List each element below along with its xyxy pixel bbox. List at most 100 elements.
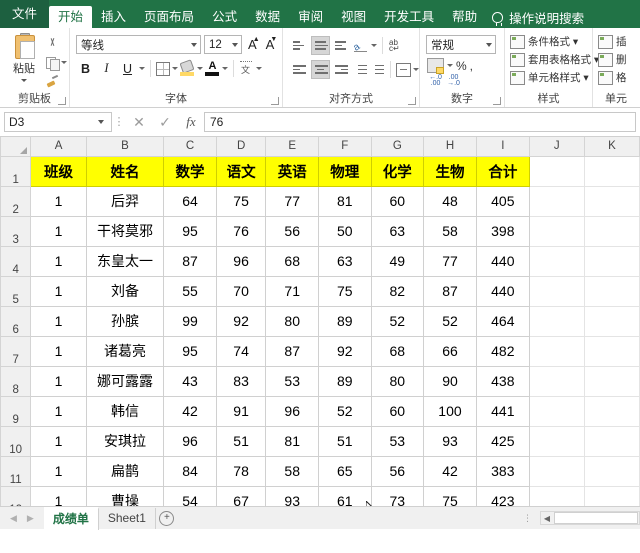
cell-B3[interactable]: 干将莫邪 <box>86 216 164 246</box>
fill-color-icon[interactable] <box>180 61 195 76</box>
name-box[interactable]: D3 <box>4 112 112 132</box>
cell-D6[interactable]: 92 <box>216 306 266 336</box>
cell-I7[interactable]: 482 <box>476 336 529 366</box>
align-top-button[interactable] <box>290 36 309 55</box>
cell-H11[interactable]: 42 <box>424 456 477 486</box>
chevron-down-icon[interactable] <box>371 44 377 47</box>
cell-J12[interactable] <box>529 486 584 506</box>
increase-font-size-button[interactable]: A▲ <box>245 37 260 52</box>
ribbon-tab-view[interactable]: 视图 <box>332 6 375 28</box>
align-center-button[interactable] <box>311 60 330 79</box>
column-header-B[interactable]: B <box>86 137 164 156</box>
cell-E7[interactable]: 87 <box>266 336 319 366</box>
cell-F11[interactable]: 65 <box>318 456 371 486</box>
cell-B11[interactable]: 扁鹊 <box>86 456 164 486</box>
cell-F8[interactable]: 89 <box>318 366 371 396</box>
cell-K1[interactable] <box>584 156 639 186</box>
row-header-6[interactable]: 6 <box>1 306 31 336</box>
row-header-2[interactable]: 2 <box>1 186 31 216</box>
chevron-down-icon[interactable] <box>139 67 145 70</box>
column-header-G[interactable]: G <box>371 137 424 156</box>
cell-G10[interactable]: 53 <box>371 426 424 456</box>
cell-K10[interactable] <box>584 426 639 456</box>
cell-H10[interactable]: 93 <box>424 426 477 456</box>
cell-B2[interactable]: 后羿 <box>86 186 164 216</box>
cell-C11[interactable]: 84 <box>164 456 217 486</box>
cell-J6[interactable] <box>529 306 584 336</box>
cell-A3[interactable]: 1 <box>31 216 86 246</box>
header-cell-D1[interactable]: 语文 <box>216 156 266 186</box>
cell-K7[interactable] <box>584 336 639 366</box>
percent-style-button[interactable]: % <box>456 59 467 73</box>
chevron-down-icon[interactable] <box>256 67 262 70</box>
chevron-down-icon[interactable] <box>191 43 197 47</box>
chevron-down-icon[interactable] <box>232 43 238 47</box>
format-cells-button[interactable]: 格 <box>593 67 639 85</box>
header-cell-E1[interactable]: 英语 <box>266 156 319 186</box>
row-header-3[interactable]: 3 <box>1 216 31 246</box>
alignment-dialog-launcher[interactable] <box>408 97 416 105</box>
bold-button[interactable]: B <box>76 59 95 78</box>
cell-E12[interactable]: 93 <box>266 486 319 506</box>
align-right-button[interactable] <box>332 60 351 79</box>
cell-A4[interactable]: 1 <box>31 246 86 276</box>
cell-G7[interactable]: 68 <box>371 336 424 366</box>
cell-H9[interactable]: 100 <box>424 396 477 426</box>
decrease-indent-icon[interactable] <box>353 63 368 77</box>
chevron-down-icon[interactable] <box>21 79 27 82</box>
decrease-font-size-button[interactable]: A▼ <box>263 37 278 52</box>
cell-F7[interactable]: 92 <box>318 336 371 366</box>
cell-I8[interactable]: 438 <box>476 366 529 396</box>
cell-C6[interactable]: 99 <box>164 306 217 336</box>
row-header-12[interactable]: 12 <box>1 486 31 506</box>
formula-input[interactable]: 76 <box>204 112 636 132</box>
cell-E9[interactable]: 96 <box>266 396 319 426</box>
italic-button[interactable]: I <box>97 59 116 78</box>
font-dialog-launcher[interactable] <box>271 97 279 105</box>
cell-I5[interactable]: 440 <box>476 276 529 306</box>
column-header-A[interactable]: A <box>31 137 86 156</box>
clipboard-dialog-launcher[interactable] <box>58 97 66 105</box>
number-format-select[interactable]: 常规 <box>426 35 496 54</box>
cell-K9[interactable] <box>584 396 639 426</box>
cell-K5[interactable] <box>584 276 639 306</box>
cell-G5[interactable]: 82 <box>371 276 424 306</box>
cell-F4[interactable]: 63 <box>318 246 371 276</box>
cell-D3[interactable]: 76 <box>216 216 266 246</box>
column-header-C[interactable]: C <box>164 137 217 156</box>
cell-K8[interactable] <box>584 366 639 396</box>
row-header-10[interactable]: 10 <box>1 426 31 456</box>
cell-G8[interactable]: 80 <box>371 366 424 396</box>
font-color-icon[interactable]: A <box>205 61 220 76</box>
scroll-left-icon[interactable]: ◀ <box>541 514 553 523</box>
merge-and-center-icon[interactable] <box>396 63 411 77</box>
cell-G9[interactable]: 60 <box>371 396 424 426</box>
cell-C5[interactable]: 55 <box>164 276 217 306</box>
chevron-down-icon[interactable] <box>197 67 203 70</box>
cell-H12[interactable]: 75 <box>424 486 477 506</box>
conditional-formatting-button[interactable]: 条件格式 ▾ <box>505 31 592 49</box>
cell-C12[interactable]: 54 <box>164 486 217 506</box>
row-header-5[interactable]: 5 <box>1 276 31 306</box>
sheet-tab-sheet1[interactable]: Sheet1 <box>99 508 156 529</box>
cell-H5[interactable]: 87 <box>424 276 477 306</box>
cancel-icon[interactable]: ✕ <box>126 111 152 133</box>
ribbon-tab-data[interactable]: 数据 <box>246 6 289 28</box>
cell-F2[interactable]: 81 <box>318 186 371 216</box>
cell-K2[interactable] <box>584 186 639 216</box>
cell-J4[interactable] <box>529 246 584 276</box>
cell-E5[interactable]: 71 <box>266 276 319 306</box>
chevron-down-icon[interactable] <box>61 61 67 64</box>
cell-J8[interactable] <box>529 366 584 396</box>
cell-D8[interactable]: 83 <box>216 366 266 396</box>
cell-A10[interactable]: 1 <box>31 426 86 456</box>
cell-K12[interactable] <box>584 486 639 506</box>
cell-E4[interactable]: 68 <box>266 246 319 276</box>
cell-J3[interactable] <box>529 216 584 246</box>
cell-C9[interactable]: 42 <box>164 396 217 426</box>
cell-K11[interactable] <box>584 456 639 486</box>
cell-H8[interactable]: 90 <box>424 366 477 396</box>
cell-A6[interactable]: 1 <box>31 306 86 336</box>
font-size-input[interactable]: 12 <box>204 35 242 54</box>
cell-A11[interactable]: 1 <box>31 456 86 486</box>
